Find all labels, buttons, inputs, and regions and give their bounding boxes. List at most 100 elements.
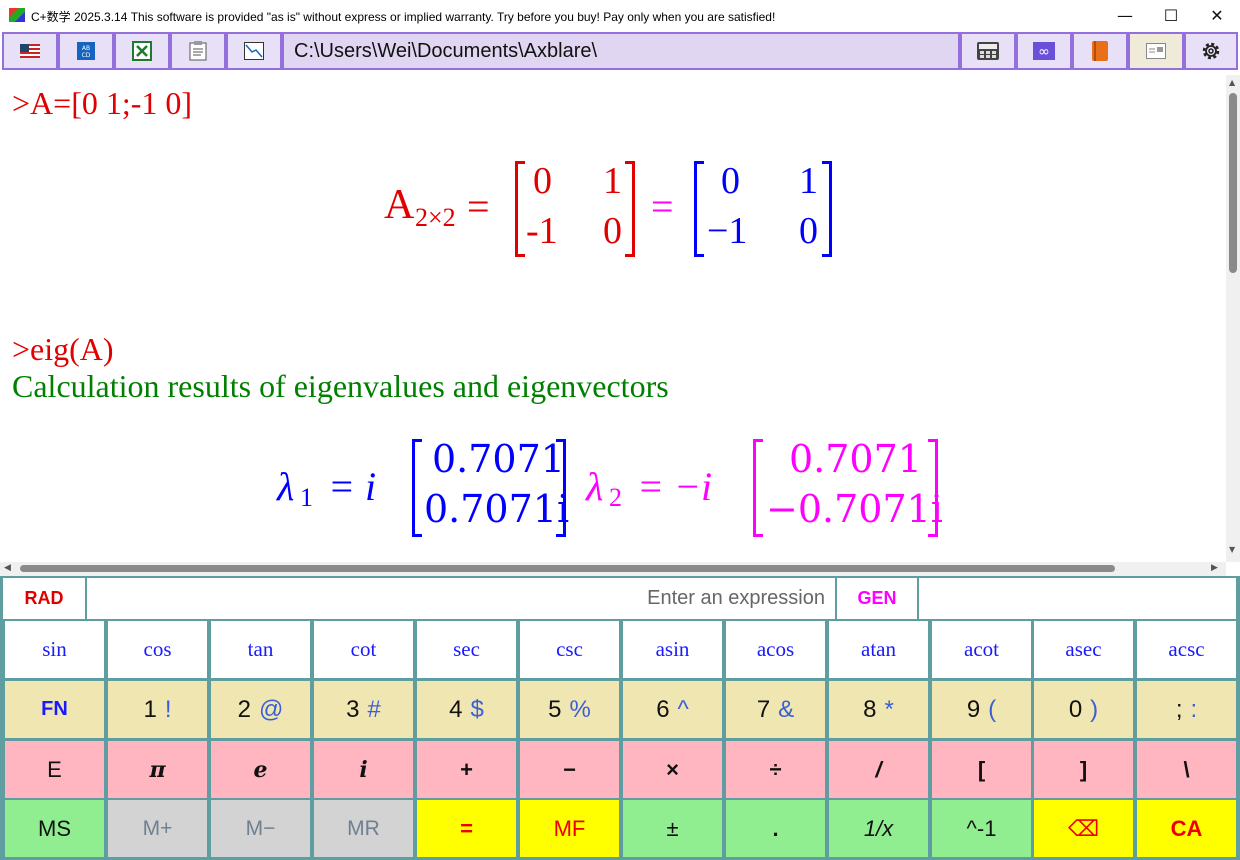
key-3[interactable]: 3 # [314,681,413,738]
key-cos[interactable]: cos [108,621,207,678]
key-plus-minus[interactable]: ± [623,800,722,857]
key-0[interactable]: 0) [1034,681,1133,738]
infinity-button[interactable]: ∞ [1016,32,1072,70]
key-acsc[interactable]: acsc [1137,621,1236,678]
clipboard-button[interactable] [170,32,226,70]
key-equals[interactable]: = [417,800,516,857]
result-field[interactable] [919,578,1236,619]
lambda-subscript: 2 [609,483,622,512]
key-7[interactable]: 7 & [726,681,825,738]
bracket-left [694,161,704,257]
calculator-button[interactable] [960,32,1016,70]
key-minus[interactable]: − [520,741,619,798]
key-divide[interactable]: ÷ [726,741,825,798]
key-4[interactable]: 4 $ [417,681,516,738]
chart-button[interactable] [226,32,282,70]
scroll-left-icon[interactable]: ◀ [4,563,11,573]
app-icon [9,8,25,22]
key-memory-add[interactable]: M+ [108,800,207,857]
clipboard-icon [187,41,209,61]
key-backspace[interactable]: ⌫ [1034,800,1133,857]
bracket-right [822,161,832,257]
output-area: >A=[0 1;-1 0] A 2×2 = 0 1 -1 0 = 0 1 −1 … [0,75,1226,562]
excel-button[interactable] [114,32,170,70]
key-semicolon[interactable]: ;: [1137,681,1236,738]
horizontal-scroll-thumb[interactable] [20,565,1115,572]
key-label: 0 [1068,695,1083,723]
key-5[interactable]: 5% [520,681,619,738]
key-sin[interactable]: sin [5,621,104,678]
key-slash[interactable]: / [829,741,928,798]
scroll-up-icon[interactable]: ▲ [1229,78,1235,87]
eigenvector-element: −0.7071i [766,487,943,531]
working-directory-path[interactable]: C:\Users\Wei\Documents\Axblare\ [282,32,960,70]
key-inverse[interactable]: ^-1 [932,800,1031,857]
key-e[interactable]: e [211,741,310,798]
key-multiply[interactable]: × [623,741,722,798]
key-pi[interactable]: π [108,741,207,798]
bracket-right [625,161,635,257]
scroll-right-icon[interactable]: ▶ [1211,563,1218,573]
key-label: 7 [756,695,771,723]
gen-button[interactable]: GEN [837,578,917,619]
result-heading: Calculation results of eigenvalues and e… [12,368,669,404]
key-asec[interactable]: asec [1034,621,1133,678]
settings-button[interactable] [1184,32,1238,70]
key-mf[interactable]: MF [520,800,619,857]
image-button[interactable] [1128,32,1184,70]
angle-mode-button[interactable]: RAD [3,578,85,619]
key-acot[interactable]: acot [932,621,1031,678]
image-icon [1145,41,1167,61]
key-cot[interactable]: cot [314,621,413,678]
key-open-bracket[interactable]: [ [932,741,1031,798]
horizontal-scrollbar[interactable]: ◀ ▶ [0,562,1226,576]
close-button[interactable]: ✕ [1194,2,1240,29]
book-button[interactable] [1072,32,1128,70]
lambda-subscript: 1 [300,483,313,512]
key-clear-all[interactable]: CA [1137,800,1236,857]
key-9[interactable]: 9( [932,681,1031,738]
scroll-down-icon[interactable]: ▼ [1229,545,1235,554]
key-csc[interactable]: csc [520,621,619,678]
eigenvector-element: 0.7071 [789,437,922,481]
key-acos[interactable]: acos [726,621,825,678]
equals-sign-1: = [467,184,490,229]
key-i[interactable]: i [314,741,413,798]
key-memory-store[interactable]: MS [5,800,104,857]
key-backslash[interactable]: \ [1137,741,1236,798]
key-asin[interactable]: asin [623,621,722,678]
minimize-button[interactable]: — [1102,2,1148,29]
key-memory-subtract[interactable]: M− [211,800,310,857]
svg-text:∞: ∞ [1038,44,1050,60]
key-close-bracket[interactable]: ] [1034,741,1133,798]
eigenvector-element: 0.7071i [424,487,570,531]
key-exponent[interactable]: E [5,741,104,798]
vertical-scrollbar[interactable]: ▲ ▼ [1226,75,1240,562]
key-tan[interactable]: tan [211,621,310,678]
key-plus[interactable]: + [417,741,516,798]
key-shift-label: $ [470,695,484,723]
matrix-cell: −1 [707,210,748,252]
expression-input[interactable]: Enter an expression [87,578,835,619]
excel-icon [131,41,153,61]
abc-icon: AB CD [75,41,97,61]
key-label: FN [41,698,68,720]
key-sec[interactable]: sec [417,621,516,678]
key-1[interactable]: 1! [108,681,207,738]
key-6[interactable]: 6 ^ [623,681,722,738]
key-memory-recall[interactable]: MR [314,800,413,857]
maximize-button[interactable]: ☐ [1148,2,1194,29]
key-fn[interactable]: FN [5,681,104,738]
key-atan[interactable]: atan [829,621,928,678]
matrix-cell: 0 [799,210,818,252]
abc-button[interactable]: AB CD [58,32,114,70]
vertical-scroll-thumb[interactable] [1229,93,1237,273]
key-8[interactable]: 8 * [829,681,928,738]
key-2[interactable]: 2 @ [211,681,310,738]
lambda-symbol: λ [277,464,295,509]
key-shift-label: % [569,695,591,723]
key-label: 3 [346,695,360,723]
key-reciprocal[interactable]: 1/x [829,800,928,857]
key-decimal[interactable]: . [726,800,825,857]
language-button[interactable] [2,32,58,70]
